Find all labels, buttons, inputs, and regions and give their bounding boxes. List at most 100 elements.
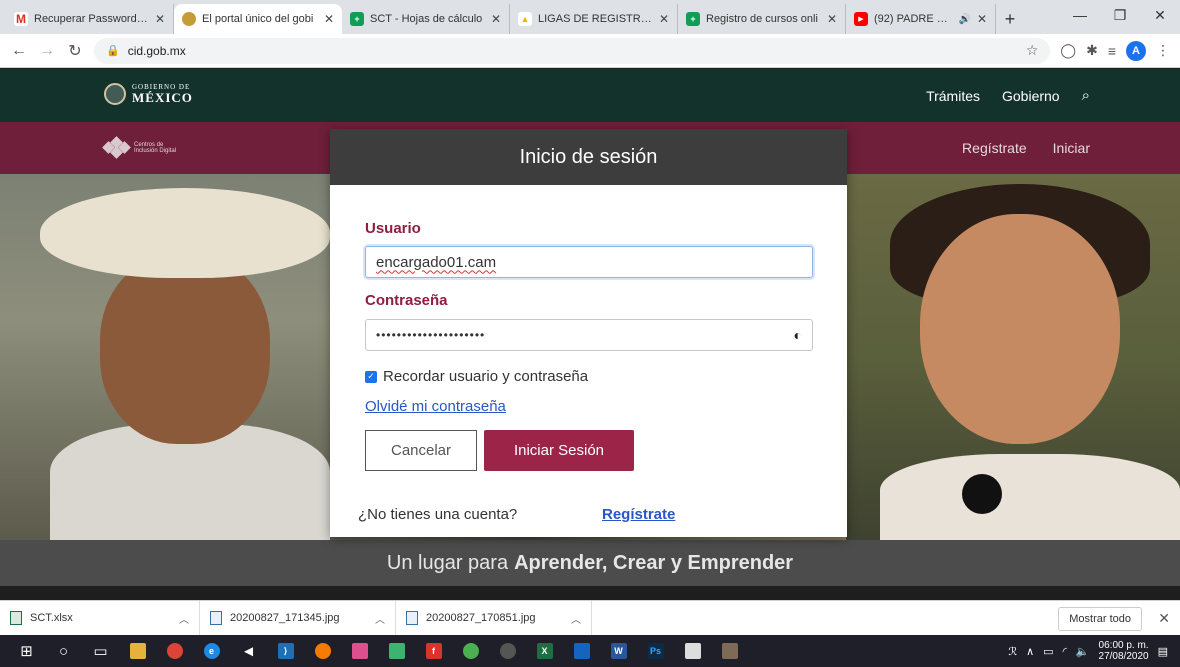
gimp-icon[interactable] xyxy=(711,635,748,667)
download-filename: SCT.xlsx xyxy=(30,612,73,624)
notification-center-icon[interactable]: ▤ xyxy=(1158,645,1168,658)
file-explorer-icon[interactable] xyxy=(119,635,156,667)
drive-icon: ▲ xyxy=(518,12,532,26)
register-link[interactable]: Regístrate xyxy=(602,506,675,523)
lock-icon[interactable]: 🔒 xyxy=(106,44,120,57)
chevron-up-icon[interactable]: ︿ xyxy=(571,611,581,626)
remember-me-label[interactable]: Recordar usuario y contraseña xyxy=(383,368,588,385)
url-text[interactable]: cid.gob.mx xyxy=(128,44,186,58)
battery-icon[interactable]: ▭ xyxy=(1043,645,1053,658)
tab-title: Registro de cursos onli xyxy=(706,13,818,25)
extensions-puzzle-icon[interactable]: ✱ xyxy=(1086,42,1098,59)
cid-logo-text-2: Inclusión Digital xyxy=(134,148,177,154)
cancel-button[interactable]: Cancelar xyxy=(365,430,477,471)
tagline-prefix: Un lugar para xyxy=(386,551,509,574)
tab-title: LIGAS DE REGISTRO A xyxy=(538,13,653,25)
no-account-text: ¿No tienes una cuenta? xyxy=(358,506,518,523)
media-icon[interactable] xyxy=(489,635,526,667)
gov-header: GOBIERNO DE MÉXICO Trámites Gobierno ⌕ xyxy=(0,69,1180,122)
firefox-icon[interactable] xyxy=(304,635,341,667)
cid-logo-icon xyxy=(102,136,131,159)
download-shelf: SCT.xlsx ︿ 20200827_171345.jpg ︿ 2020082… xyxy=(0,600,1180,636)
download-item[interactable]: 20200827_170851.jpg ︿ xyxy=(396,600,592,636)
cortana-search-icon[interactable]: ○ xyxy=(45,635,82,667)
clock[interactable]: 06:00 p. m. 27/08/2020 xyxy=(1099,640,1149,662)
windows-start-icon[interactable]: ⊞ xyxy=(8,635,45,667)
browser-tab[interactable]: + SCT - Hojas de cálculo ✕ xyxy=(342,4,510,34)
menu-kebab-icon[interactable]: ⋮ xyxy=(1156,42,1170,59)
window-controls: — ❐ ✕ xyxy=(1060,0,1180,30)
cid-nav: Regístrate Iniciar xyxy=(962,122,1090,174)
edge-icon[interactable]: e xyxy=(193,635,230,667)
back-icon[interactable]: ← xyxy=(10,42,28,60)
tray-chevron-up-icon[interactable]: ∧ xyxy=(1026,645,1034,658)
image-file-icon xyxy=(210,611,222,625)
remember-me-checkbox[interactable]: ✓ Recordar usuario y contraseña xyxy=(365,368,588,385)
nav-iniciar[interactable]: Iniciar xyxy=(1053,140,1090,156)
reading-list-icon[interactable]: ≡ xyxy=(1108,43,1116,59)
login-button[interactable]: Iniciar Sesión xyxy=(484,430,634,471)
close-tab-icon[interactable]: ✕ xyxy=(827,12,837,26)
download-item[interactable]: SCT.xlsx ︿ xyxy=(0,600,200,636)
excel-file-icon xyxy=(10,611,22,625)
system-tray: ℛ ∧ ▭ ◜ 🔈 06:00 p. m. 27/08/2020 ▤ xyxy=(1008,635,1180,667)
browser-tab-active[interactable]: El portal único del gobi ✕ xyxy=(174,4,342,34)
volume-icon[interactable]: 🔈 xyxy=(1076,645,1090,658)
bookmark-star-icon[interactable]: ☆ xyxy=(1026,42,1039,59)
close-tab-icon[interactable]: ✕ xyxy=(977,12,987,26)
tab-title: Recuperar Password - e xyxy=(34,13,149,25)
sound-app-icon[interactable]: ◄ xyxy=(230,635,267,667)
chrome-icon[interactable] xyxy=(156,635,193,667)
show-all-downloads-button[interactable]: Mostrar todo xyxy=(1058,607,1142,631)
photoshop-icon[interactable]: Ps xyxy=(637,635,674,667)
nav-gobierno[interactable]: Gobierno xyxy=(1002,88,1060,104)
gov-mexico-logo[interactable]: GOBIERNO DE MÉXICO xyxy=(104,83,193,105)
password-input[interactable]: ••••••••••••••••••••• ◐ xyxy=(365,319,813,351)
paint-icon[interactable] xyxy=(341,635,378,667)
close-download-shelf-icon[interactable]: ✕ xyxy=(1158,610,1170,627)
extension-icon[interactable]: ◯ xyxy=(1060,42,1076,59)
sketch-icon[interactable] xyxy=(378,635,415,667)
excel-icon[interactable]: X xyxy=(526,635,563,667)
username-input[interactable]: encargado01.cam xyxy=(365,246,813,278)
restore-icon[interactable]: ❐ xyxy=(1100,0,1140,30)
minimize-icon[interactable]: — xyxy=(1060,0,1100,30)
toggle-password-visibility-icon[interactable]: ◐ xyxy=(794,327,802,343)
browser-tab-strip: M Recuperar Password - e ✕ El portal úni… xyxy=(0,0,1180,34)
hero-tagline: Un lugar para Aprender, Crear y Emprende… xyxy=(0,540,1180,586)
cid-logo[interactable]: Centros de Inclusión Digital xyxy=(102,136,177,159)
browser-tab[interactable]: ▶ (92) PADRE RICO P 🔊 ✕ xyxy=(846,4,996,34)
close-tab-icon[interactable]: ✕ xyxy=(491,12,501,26)
profile-avatar[interactable]: A xyxy=(1126,40,1146,61)
reload-icon[interactable]: ↻ xyxy=(66,41,84,61)
browser-tab[interactable]: + Registro de cursos onli ✕ xyxy=(678,4,846,34)
photos-icon[interactable] xyxy=(674,635,711,667)
nav-tramites[interactable]: Trámites xyxy=(926,88,980,104)
checkbox-checked-icon[interactable]: ✓ xyxy=(365,370,377,383)
forgot-password-link[interactable]: Olvidé mi contraseña xyxy=(365,398,506,415)
search-icon[interactable]: ⌕ xyxy=(1082,87,1090,104)
tab-title: SCT - Hojas de cálculo xyxy=(370,13,483,25)
video-icon[interactable] xyxy=(563,635,600,667)
address-bar[interactable]: 🔒 cid.gob.mx ☆ xyxy=(94,37,1051,64)
close-tab-icon[interactable]: ✕ xyxy=(659,12,669,26)
forward-icon[interactable]: → xyxy=(38,42,56,60)
task-view-icon[interactable]: ▭ xyxy=(82,635,119,667)
close-tab-icon[interactable]: ✕ xyxy=(155,12,165,26)
wifi-icon[interactable]: ◜ xyxy=(1063,645,1067,658)
browser-tab[interactable]: ▲ LIGAS DE REGISTRO A ✕ xyxy=(510,4,678,34)
new-tab-button[interactable]: + xyxy=(996,4,1024,34)
game-icon[interactable] xyxy=(452,635,489,667)
flash-icon[interactable]: f xyxy=(415,635,452,667)
nav-registrate[interactable]: Regístrate xyxy=(962,140,1027,156)
word-icon[interactable]: W xyxy=(600,635,637,667)
speaker-icon: 🔊 xyxy=(958,13,971,25)
people-icon[interactable]: ℛ xyxy=(1008,645,1017,658)
download-item[interactable]: 20200827_171345.jpg ︿ xyxy=(200,600,396,636)
chevron-up-icon[interactable]: ︿ xyxy=(375,611,385,626)
close-tab-icon[interactable]: ✕ xyxy=(324,12,334,26)
vscode-icon[interactable]: ⟩ xyxy=(267,635,304,667)
chevron-up-icon[interactable]: ︿ xyxy=(179,611,189,626)
close-window-icon[interactable]: ✕ xyxy=(1140,0,1180,30)
browser-tab[interactable]: M Recuperar Password - e ✕ xyxy=(6,4,174,34)
